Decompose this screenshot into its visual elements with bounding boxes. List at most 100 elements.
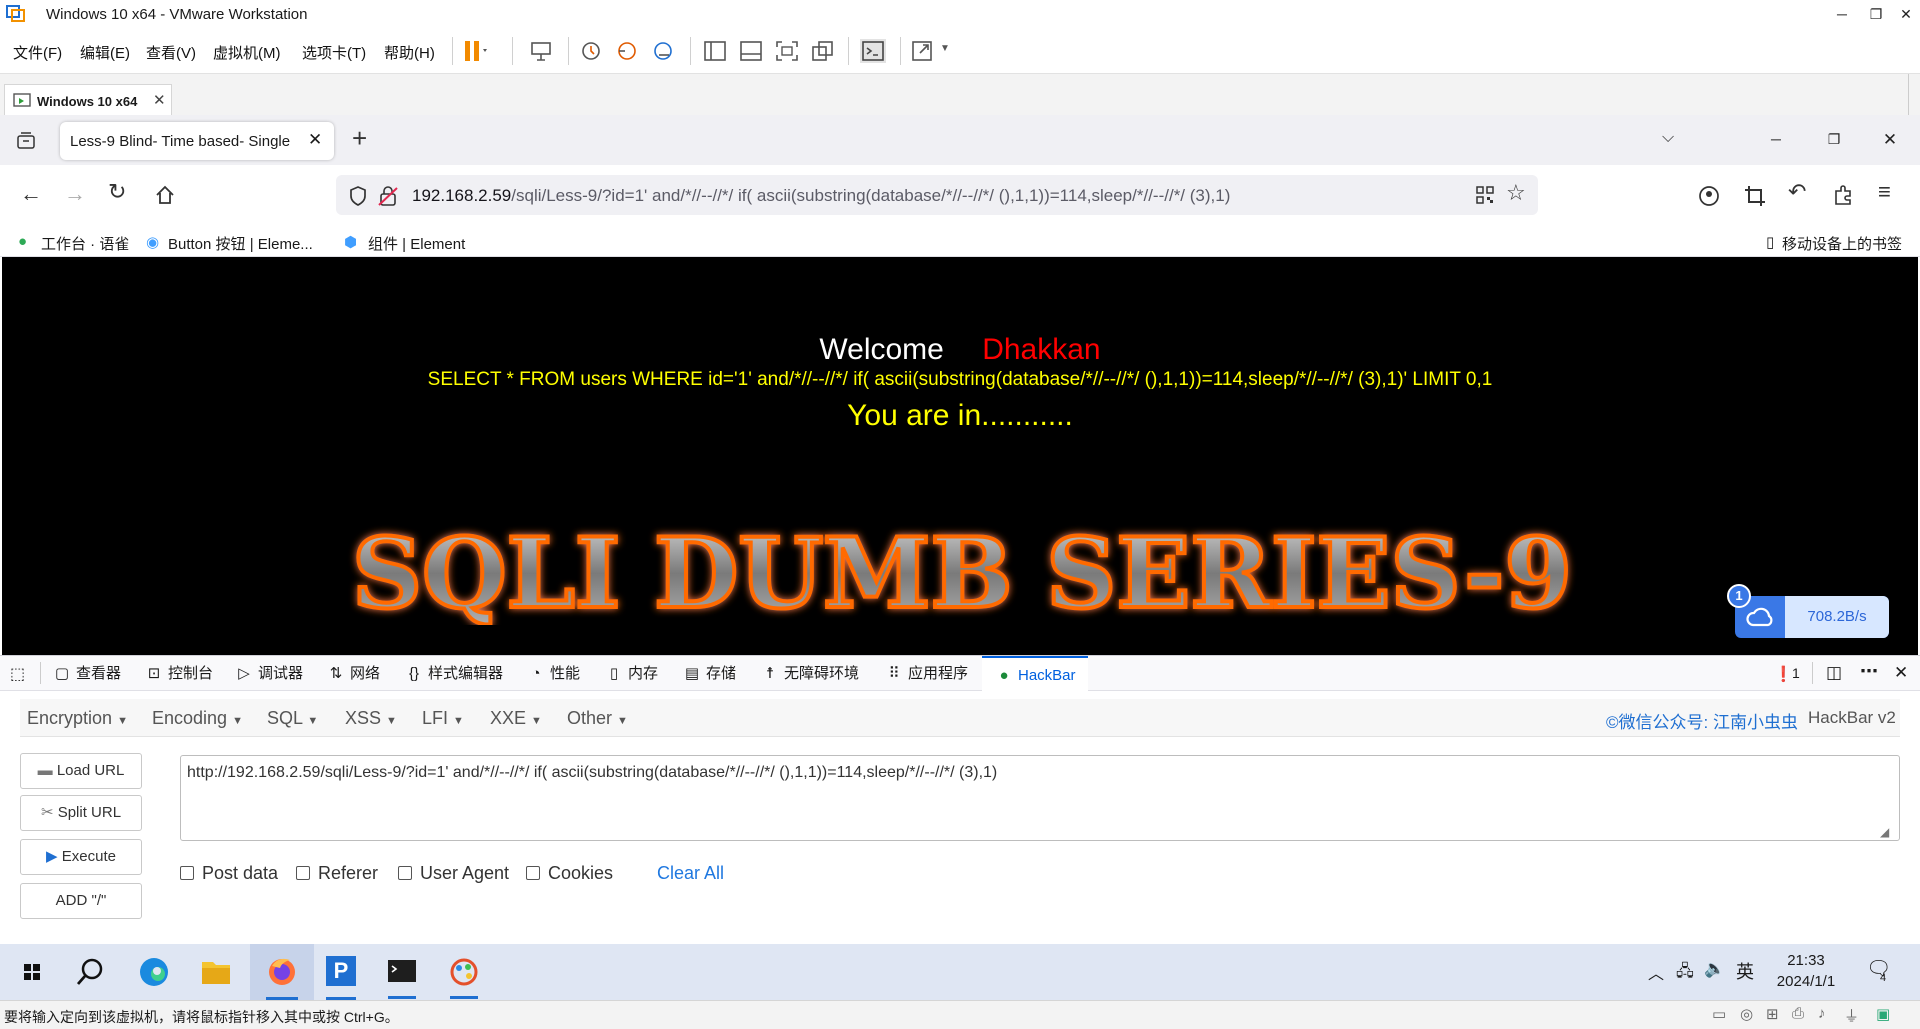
devtools-tab-debugger[interactable]: ▷ 调试器 [234,656,303,691]
tab-groups-icon[interactable] [16,132,36,150]
forward-arrow-icon[interactable]: → [64,181,86,207]
checkbox-box[interactable] [296,866,310,880]
menu-xxe[interactable]: XXE ▼ [490,708,542,729]
full-screen-icon[interactable] [774,39,800,63]
tray-overflow-chevron-icon[interactable]: ︿ [1648,960,1664,984]
cookies-checkbox[interactable]: Cookies [526,863,613,884]
menu-encryption[interactable]: Encryption ▼ [27,708,128,729]
firefox-taskbar-item-active[interactable] [250,944,314,1000]
network-adapter-icon[interactable]: ⊞ [1766,1005,1779,1023]
back-arrow-icon[interactable]: ← [20,181,42,207]
volume-icon[interactable]: 🔈 [1704,959,1725,979]
checkbox-box[interactable] [180,866,194,880]
new-tab-plus-icon[interactable]: + [352,123,367,154]
menu-view[interactable]: 查看(V) [146,42,196,63]
close-devtools-icon[interactable]: ✕ [1894,663,1908,683]
devtools-tab-hackbar[interactable]: ● HackBar [982,656,1088,691]
ime-language[interactable]: 英 [1736,958,1754,984]
close-button[interactable]: ✕ [1886,0,1920,29]
menu-xss[interactable]: XSS ▼ [345,708,397,729]
devtools-tab-storage[interactable]: ▤ 存储 [682,656,736,691]
resize-handle-icon[interactable]: ◢ [1880,825,1889,839]
devtools-tab-memory[interactable]: ▯ 内存 [604,656,658,691]
close-tab-icon[interactable]: ✕ [153,91,166,109]
list-tabs-chevron-icon[interactable]: ⌵ [1662,129,1674,147]
reload-icon[interactable]: ↻ [108,179,126,205]
add-slash-button[interactable]: ADD "/" [20,883,142,919]
dock-side-icon[interactable]: ◫ [1826,663,1842,683]
thumbnail-bar-icon[interactable] [738,39,764,63]
devtools-tab-style-editor[interactable]: {} 样式编辑器 [404,656,503,691]
devtools-tab-performance[interactable]: ◔ 性能 [526,656,580,691]
account-icon[interactable] [1698,185,1720,207]
shield-icon[interactable] [348,185,368,207]
menu-sql[interactable]: SQL ▼ [267,708,318,729]
menu-encoding[interactable]: Encoding ▼ [152,708,243,729]
mobile-bookmarks-folder[interactable]: 移动设备上的书签 [1782,233,1902,254]
menu-lfi[interactable]: LFI ▼ [422,708,464,729]
devtools-tab-accessibility[interactable]: ☨ 无障碍环境 [760,656,859,691]
insecure-lock-icon[interactable] [378,185,398,207]
browser-restore-button[interactable]: ❐ [1814,125,1854,154]
devtools-tab-network[interactable]: ⇅ 网络 [326,656,380,691]
clock[interactable]: 21:33 2024/1/1 [1768,950,1844,992]
usb-icon[interactable]: ⏚ [1844,1005,1859,1026]
console-view-icon[interactable] [860,39,886,63]
search-icon[interactable] [62,944,118,1000]
close-tab-icon[interactable]: ✕ [308,130,322,150]
undo-icon[interactable]: ↶ [1788,179,1806,205]
bookmark-star-icon[interactable]: ☆ [1506,180,1526,206]
revert-snapshot-icon[interactable] [614,39,640,63]
checkbox-box[interactable] [398,866,412,880]
qr-code-icon[interactable] [1476,186,1494,204]
hackbar-url-textarea[interactable]: http://192.168.2.59/sqli/Less-9/?id=1' a… [180,755,1900,841]
chevron-down-icon[interactable]: ▼ [940,43,950,54]
paint-icon[interactable] [436,944,492,1000]
menu-other[interactable]: Other ▼ [567,708,628,729]
snapshot-icon[interactable] [578,39,604,63]
browser-tab-active[interactable]: Less-9 Blind- Time based- Single ✕ [60,122,334,160]
split-url-button[interactable]: ✂ Split URL [20,795,142,831]
stretch-guest-icon[interactable] [910,39,936,63]
menu-edit[interactable]: 编辑(E) [80,42,130,63]
screenshot-crop-icon[interactable] [1744,185,1766,207]
checkbox-box[interactable] [526,866,540,880]
send-ctrl-alt-del-icon[interactable] [528,39,554,63]
home-icon[interactable] [154,184,176,206]
devtools-tab-application[interactable]: ⠿ 应用程序 [884,656,969,691]
snapshot-manager-icon[interactable] [650,39,676,63]
menu-help[interactable]: 帮助(H) [384,42,435,63]
message-log-icon[interactable]: ▣ [1876,1005,1890,1023]
scrollbar[interactable] [1908,74,1920,116]
extensions-puzzle-icon[interactable] [1832,184,1854,206]
hackbar-credit[interactable]: ©微信公众号: 江南小虫虫 [1606,708,1798,733]
pause-icon[interactable] [462,39,488,63]
printer-icon[interactable]: ⎙ [1792,1005,1804,1022]
menu-tabs[interactable]: 选项卡(T) [302,42,366,63]
menu-file[interactable]: 文件(F) [13,42,62,63]
unity-icon[interactable] [810,39,836,63]
network-icon[interactable]: 🖧 [1676,960,1694,987]
browser-close-button[interactable]: ✕ [1870,125,1910,154]
browser-minimize-button[interactable]: ─ [1756,125,1796,154]
file-explorer-icon[interactable] [188,944,244,1000]
bookmark-yuque[interactable]: 工作台 · 语雀 [41,233,129,254]
notifications-icon[interactable]: 🗨 [1866,956,1891,981]
menu-vm[interactable]: 虚拟机(M) [213,42,281,63]
bookmark-button-element[interactable]: Button 按钮 | Eleme... [168,233,313,254]
url-bar[interactable]: 192.168.2.59/sqli/Less-9/?id=1' and/*//-… [336,175,1538,215]
sidebar-icon[interactable] [702,39,728,63]
bookmark-component-element[interactable]: 组件 | Element [368,233,465,254]
windows-start-icon[interactable] [4,944,60,1000]
error-icon[interactable]: ❗ [1774,665,1793,683]
network-speed-widget[interactable]: 1 708.2B/s [1727,584,1889,638]
execute-button[interactable]: ▶ Execute [20,839,142,875]
cd-drive-icon[interactable]: ◎ [1740,1005,1753,1023]
terminal-icon[interactable] [374,944,430,1000]
p-app-icon[interactable]: P [326,956,356,986]
hamburger-menu-icon[interactable]: ≡ [1878,179,1891,205]
devtools-tab-console[interactable]: ⊡ 控制台 [144,656,213,691]
load-url-button[interactable]: ▬ Load URL [20,753,142,789]
user-agent-checkbox[interactable]: User Agent [398,863,509,884]
element-picker-icon[interactable]: ⬚ [10,664,25,684]
